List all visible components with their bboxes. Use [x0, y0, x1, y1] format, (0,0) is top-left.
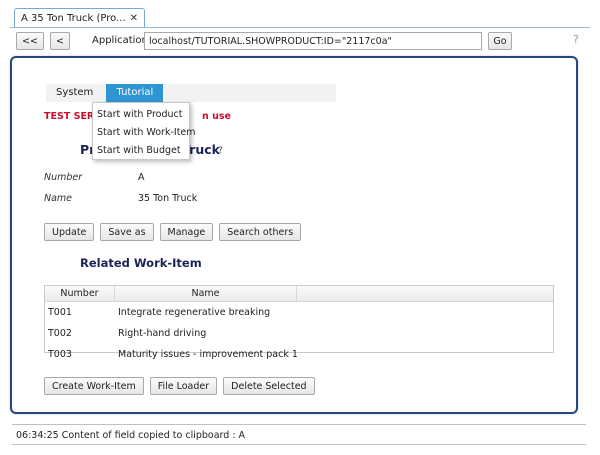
table-row[interactable]: T001 Integrate regenerative breaking [45, 302, 553, 323]
status-bar-text: 06:34:25 Content of field copied to clip… [16, 430, 246, 441]
work-item-actions: Create Work-Item File Loader Delete Sele… [44, 377, 315, 395]
application-label: Application [92, 35, 148, 46]
related-work-item-title: Related Work-Item [80, 256, 202, 270]
close-icon[interactable]: ✕ [130, 13, 138, 24]
menu-item-start-with-product[interactable]: Start with Product [93, 106, 189, 124]
table-row[interactable]: T002 Right-hand driving [45, 323, 553, 344]
menu-bar: System Tutorial [46, 84, 336, 102]
first-button[interactable]: << [16, 32, 44, 50]
table-row[interactable]: T003 Maturity issues - improvement pack … [45, 344, 553, 365]
url-input[interactable] [144, 32, 482, 50]
search-others-button[interactable]: Search others [219, 223, 302, 241]
go-button[interactable]: Go [488, 32, 512, 50]
file-loader-button[interactable]: File Loader [149, 377, 218, 395]
warning-text-end: n use [202, 111, 231, 122]
create-work-item-button[interactable]: Create Work-Item [44, 377, 144, 395]
row-number: T001 [48, 307, 72, 318]
row-name: Integrate regenerative breaking [118, 307, 271, 318]
toolbar: << < Application Go ? [16, 32, 586, 50]
row-name: Right-hand driving [118, 328, 207, 339]
name-value[interactable]: 35 Ton Truck [138, 193, 197, 204]
status-divider-bottom [12, 444, 586, 445]
name-label: Name [44, 193, 73, 204]
product-actions: Update Save as Manage Search others [44, 223, 302, 241]
status-divider [12, 424, 586, 425]
row-name: Maturity issues - improvement pack 1 [118, 349, 298, 360]
column-header-number[interactable]: Number [45, 286, 115, 302]
update-button[interactable]: Update [44, 223, 95, 241]
table-header: Number Name [45, 286, 553, 302]
save-as-button[interactable]: Save as [100, 223, 154, 241]
column-header-name[interactable]: Name [115, 286, 297, 302]
work-item-table: Number Name T001 Integrate regenerative … [44, 285, 554, 360]
menu-item-start-with-budget[interactable]: Start with Budget [93, 142, 189, 160]
help-icon[interactable]: ? [573, 33, 579, 46]
back-button[interactable]: < [50, 32, 70, 50]
tab-bar-divider [10, 27, 590, 28]
row-number: T003 [48, 349, 72, 360]
manage-button[interactable]: Manage [159, 223, 214, 241]
menu-system[interactable]: System [46, 84, 103, 102]
menu-item-start-with-work-item[interactable]: Start with Work-Item [93, 124, 196, 142]
tab-product[interactable]: A 35 Ton Truck (Pro... ✕ [14, 8, 146, 28]
main-panel: System Tutorial TEST SERV n use Start wi… [10, 56, 578, 414]
tutorial-dropdown-menu: Start with Product Start with Work-Item … [92, 102, 196, 160]
row-number: T002 [48, 328, 72, 339]
menu-tutorial[interactable]: Tutorial [106, 84, 164, 102]
title-help-icon[interactable]: ? [218, 146, 223, 156]
tab-bar: A 35 Ton Truck (Pro... ✕ [14, 8, 146, 28]
delete-selected-button[interactable]: Delete Selected [223, 377, 315, 395]
number-label: Number [44, 172, 83, 183]
number-value[interactable]: A [138, 172, 145, 183]
tab-title: A 35 Ton Truck (Pro... [21, 13, 126, 24]
